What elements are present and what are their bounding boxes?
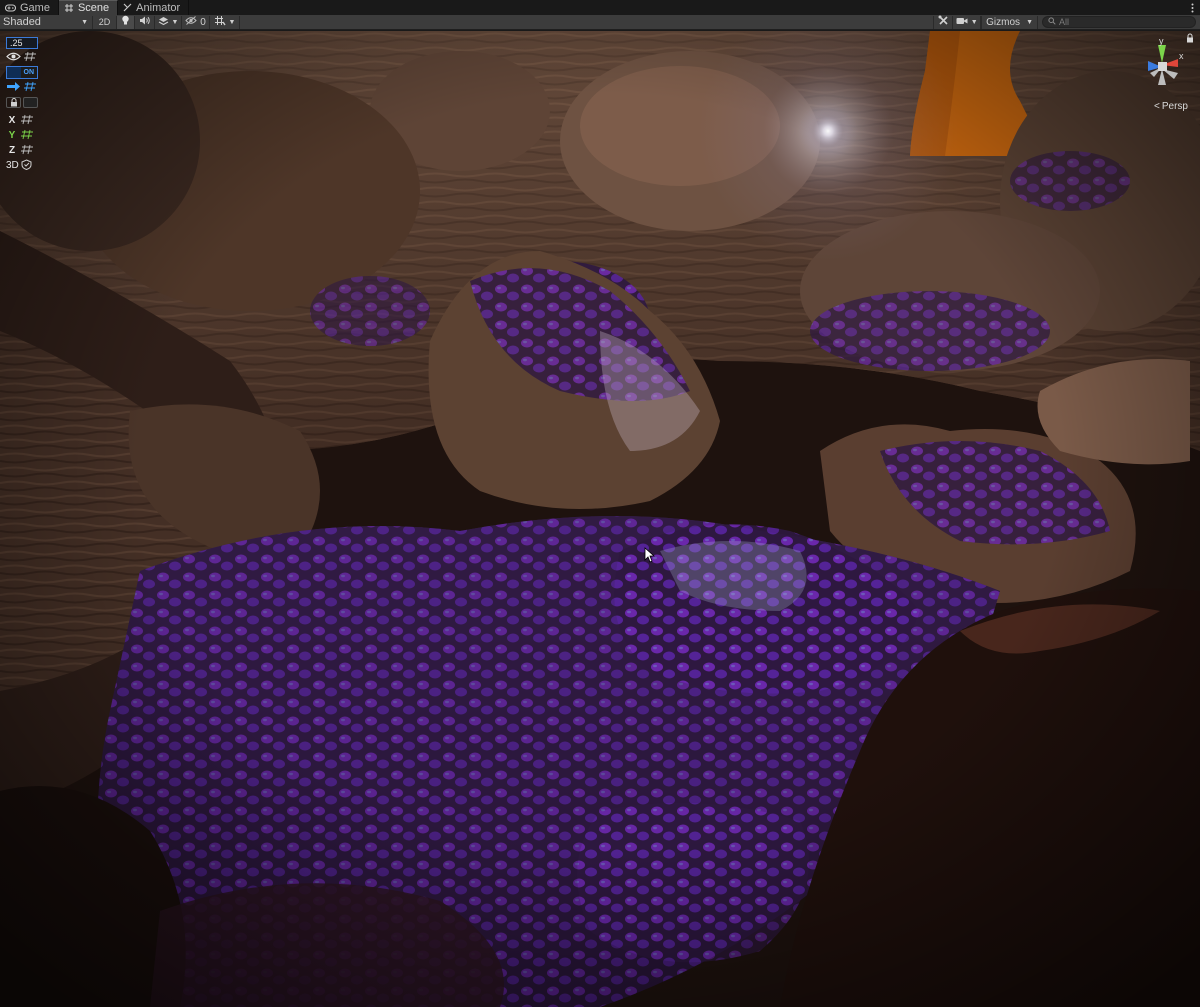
- move-snap-row: [6, 81, 38, 94]
- grid-snap-icon[interactable]: [20, 129, 35, 143]
- grid-snapping-dropdown[interactable]: ▼: [210, 15, 240, 29]
- audio-toggle[interactable]: [135, 15, 155, 29]
- axis-neg-y-cone[interactable]: [1158, 69, 1166, 85]
- snap-toggle[interactable]: ON: [6, 66, 38, 79]
- more-options-icon[interactable]: [1184, 0, 1200, 15]
- lock-icon[interactable]: [1186, 33, 1194, 46]
- gizmos-dropdown[interactable]: Gizmos ▼: [981, 15, 1038, 29]
- projection-label: Persp: [1161, 101, 1188, 112]
- toggle-2d-button[interactable]: 2D: [93, 15, 117, 29]
- grid-snap-icon: [214, 15, 226, 29]
- grid-icon: [64, 3, 74, 13]
- chevron-down-icon: ▼: [1026, 18, 1033, 26]
- axis-x-label[interactable]: X: [6, 115, 18, 126]
- lock-toggle[interactable]: [23, 97, 38, 108]
- search-placeholder: All: [1059, 17, 1070, 27]
- tools-icon: [938, 15, 949, 29]
- chevron-down-icon: ▼: [228, 18, 236, 26]
- eye-icon[interactable]: [6, 51, 21, 65]
- shading-mode-dropdown[interactable]: Shaded ▼: [0, 15, 93, 29]
- cave-scene-render: [0, 31, 1200, 1007]
- tab-scene[interactable]: Scene: [58, 0, 119, 15]
- scene-toolbar: Shaded ▼ 2D ▼ 0 ▼ ▼ Gizmos ▼ All: [0, 15, 1200, 30]
- visibility-row: [6, 51, 38, 64]
- search-icon: [1048, 17, 1056, 27]
- lighting-toggle[interactable]: [117, 15, 135, 29]
- grid-snap-icon[interactable]: [20, 114, 35, 128]
- tab-animator[interactable]: Animator: [118, 0, 190, 15]
- gamepad-icon: [5, 3, 16, 12]
- axis-y-label[interactable]: Y: [6, 130, 18, 141]
- axis-z-label[interactable]: Z: [6, 145, 18, 156]
- grid-size-field[interactable]: .25: [6, 37, 38, 49]
- lock-row: [6, 96, 38, 109]
- scene-search-field[interactable]: All: [1042, 16, 1196, 28]
- scene-overlay-toolbar: .25 ON X Y Z 3D: [6, 37, 38, 172]
- effects-dropdown[interactable]: ▼: [155, 15, 182, 29]
- editor-tab-bar: Game Scene Animator: [0, 0, 1200, 15]
- shield-icon[interactable]: [21, 158, 32, 173]
- lock-icon[interactable]: [6, 97, 21, 108]
- view-3d-label[interactable]: 3D: [6, 160, 19, 171]
- axis-z-row: Z: [6, 144, 38, 157]
- tab-game-label: Game: [20, 1, 50, 14]
- chevron-down-icon: ▼: [171, 18, 179, 26]
- axis-y-row: Y: [6, 129, 38, 142]
- axis-y-cone[interactable]: [1158, 45, 1166, 63]
- gizmo-x-label: x: [1179, 51, 1184, 61]
- scene-viewport[interactable]: .25 ON X Y Z 3D y x < Persp: [0, 31, 1200, 1007]
- view-3d-row: 3D: [6, 158, 38, 173]
- grid-size-value: .25: [10, 38, 23, 48]
- lightbulb-icon: [121, 15, 130, 29]
- chevron-down-icon: ▼: [970, 18, 978, 26]
- chevron-left-icon: <: [1154, 101, 1160, 112]
- speaker-icon: [139, 16, 150, 28]
- scene-visibility-toggle[interactable]: 0: [182, 15, 210, 29]
- chevron-down-icon: ▼: [81, 18, 88, 26]
- grid-snap-icon[interactable]: [23, 51, 38, 65]
- hidden-eye-icon: [185, 16, 197, 28]
- axis-x-row: X: [6, 114, 38, 127]
- grid-snap-icon[interactable]: [23, 81, 38, 95]
- snap-toggle-track: [7, 67, 21, 78]
- camera-settings-dropdown[interactable]: ▼: [953, 15, 982, 29]
- shading-mode-value: Shaded: [3, 16, 41, 28]
- layers-icon: [158, 16, 169, 29]
- tab-animator-label: Animator: [136, 1, 181, 14]
- tab-scene-label: Scene: [77, 2, 110, 14]
- snap-toggle-state: ON: [20, 67, 37, 78]
- gizmo-y-label: y: [1159, 37, 1164, 46]
- grid-snap-icon[interactable]: [20, 144, 35, 158]
- tab-game[interactable]: Game: [0, 0, 59, 15]
- gizmos-label: Gizmos: [986, 16, 1021, 28]
- gizmo-center-cube[interactable]: [1158, 62, 1167, 71]
- projection-toggle[interactable]: < Persp: [1154, 101, 1188, 112]
- arrow-right-icon[interactable]: [6, 81, 21, 95]
- camera-icon: [956, 16, 968, 28]
- hidden-object-count: 0: [200, 16, 206, 28]
- toggle-2d-label: 2D: [98, 17, 111, 27]
- mouse-pointer-icon: [644, 547, 656, 566]
- animator-icon: [123, 3, 132, 12]
- tools-toggle[interactable]: [933, 15, 954, 29]
